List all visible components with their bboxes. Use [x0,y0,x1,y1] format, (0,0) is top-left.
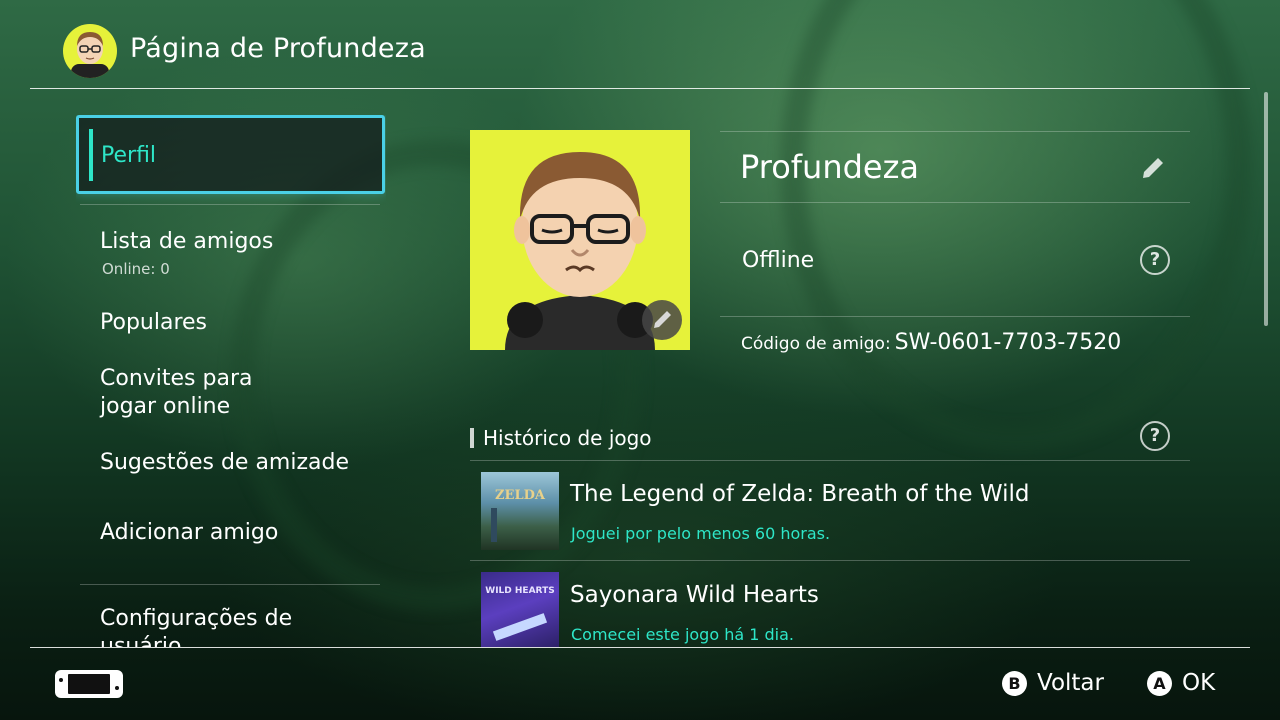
online-count: Online: 0 [102,260,170,278]
ok-label: OK [1182,670,1216,696]
sidebar-item-adicionar-amigo[interactable]: Adicionar amigo [100,519,278,547]
sidebar-divider [80,204,380,205]
sidebar: Perfil Lista de amigos Online: 0 Popular… [76,115,386,647]
game-thumbnail: WILD HEARTS [481,572,559,647]
b-button-icon: B [1002,670,1027,696]
header: Página de Profundeza [30,0,1250,89]
back-hint[interactable]: B Voltar [1002,670,1104,696]
edit-name-button[interactable] [1140,153,1168,181]
sidebar-divider [80,584,380,585]
user-avatar[interactable] [63,24,117,78]
list-item[interactable]: ZELDA The Legend of Zelda: Breath of the… [460,455,1200,560]
switch-console-icon [54,669,124,699]
scrollbar[interactable] [1264,92,1268,326]
friend-code-label: Código de amigo [741,334,885,354]
page-title: Página de Profundeza [130,33,426,64]
sidebar-item-label: Perfil [101,143,157,168]
footer: B Voltar A OK [0,648,1280,720]
game-playtime: Joguei por pelo menos 60 horas. [571,524,831,543]
divider [720,202,1190,203]
game-title: The Legend of Zelda: Breath of the Wild [570,481,1030,507]
section-marker [470,428,474,448]
profile-name: Profundeza [740,148,919,186]
friend-code-value: SW-0601-7703-7520 [894,330,1122,355]
help-icon[interactable]: ? [1140,245,1170,275]
back-label: Voltar [1037,670,1104,696]
a-button-icon: A [1147,670,1172,696]
pencil-icon [1143,158,1163,178]
history-list: ZELDA The Legend of Zelda: Breath of the… [460,455,1200,647]
game-thumbnail-logo: WILD HEARTS [485,586,555,596]
divider [720,131,1190,132]
edit-avatar-button[interactable] [642,300,682,340]
sidebar-item-populares[interactable]: Populares [100,309,207,337]
friend-code: Código de amigo: SW-0601-7703-7520 [741,330,1122,355]
sidebar-item-sugestoes[interactable]: Sugestões de amizade [100,449,349,477]
game-title: Sayonara Wild Hearts [570,582,819,608]
game-thumbnail-logo: ZELDA [495,488,545,503]
sidebar-item-configuracoes[interactable]: Configurações de usuário [100,605,330,647]
sidebar-item-perfil[interactable]: Perfil [76,115,385,194]
list-item[interactable]: WILD HEARTS Sayonara Wild Hearts Comecei… [460,561,1200,647]
history-title: Histórico de jogo [483,426,652,450]
sidebar-item-lista-de-amigos[interactable]: Lista de amigos [100,228,273,256]
divider [720,316,1190,317]
game-thumbnail: ZELDA [481,472,559,550]
ok-hint[interactable]: A OK [1147,670,1215,696]
pencil-icon [654,311,671,328]
game-start-date: Comecei este jogo há 1 dia. [571,625,794,644]
help-icon[interactable]: ? [1140,421,1170,451]
selection-indicator [89,129,93,181]
online-status: Offline [742,248,815,273]
sidebar-item-convites[interactable]: Convites para jogar online [100,365,253,421]
